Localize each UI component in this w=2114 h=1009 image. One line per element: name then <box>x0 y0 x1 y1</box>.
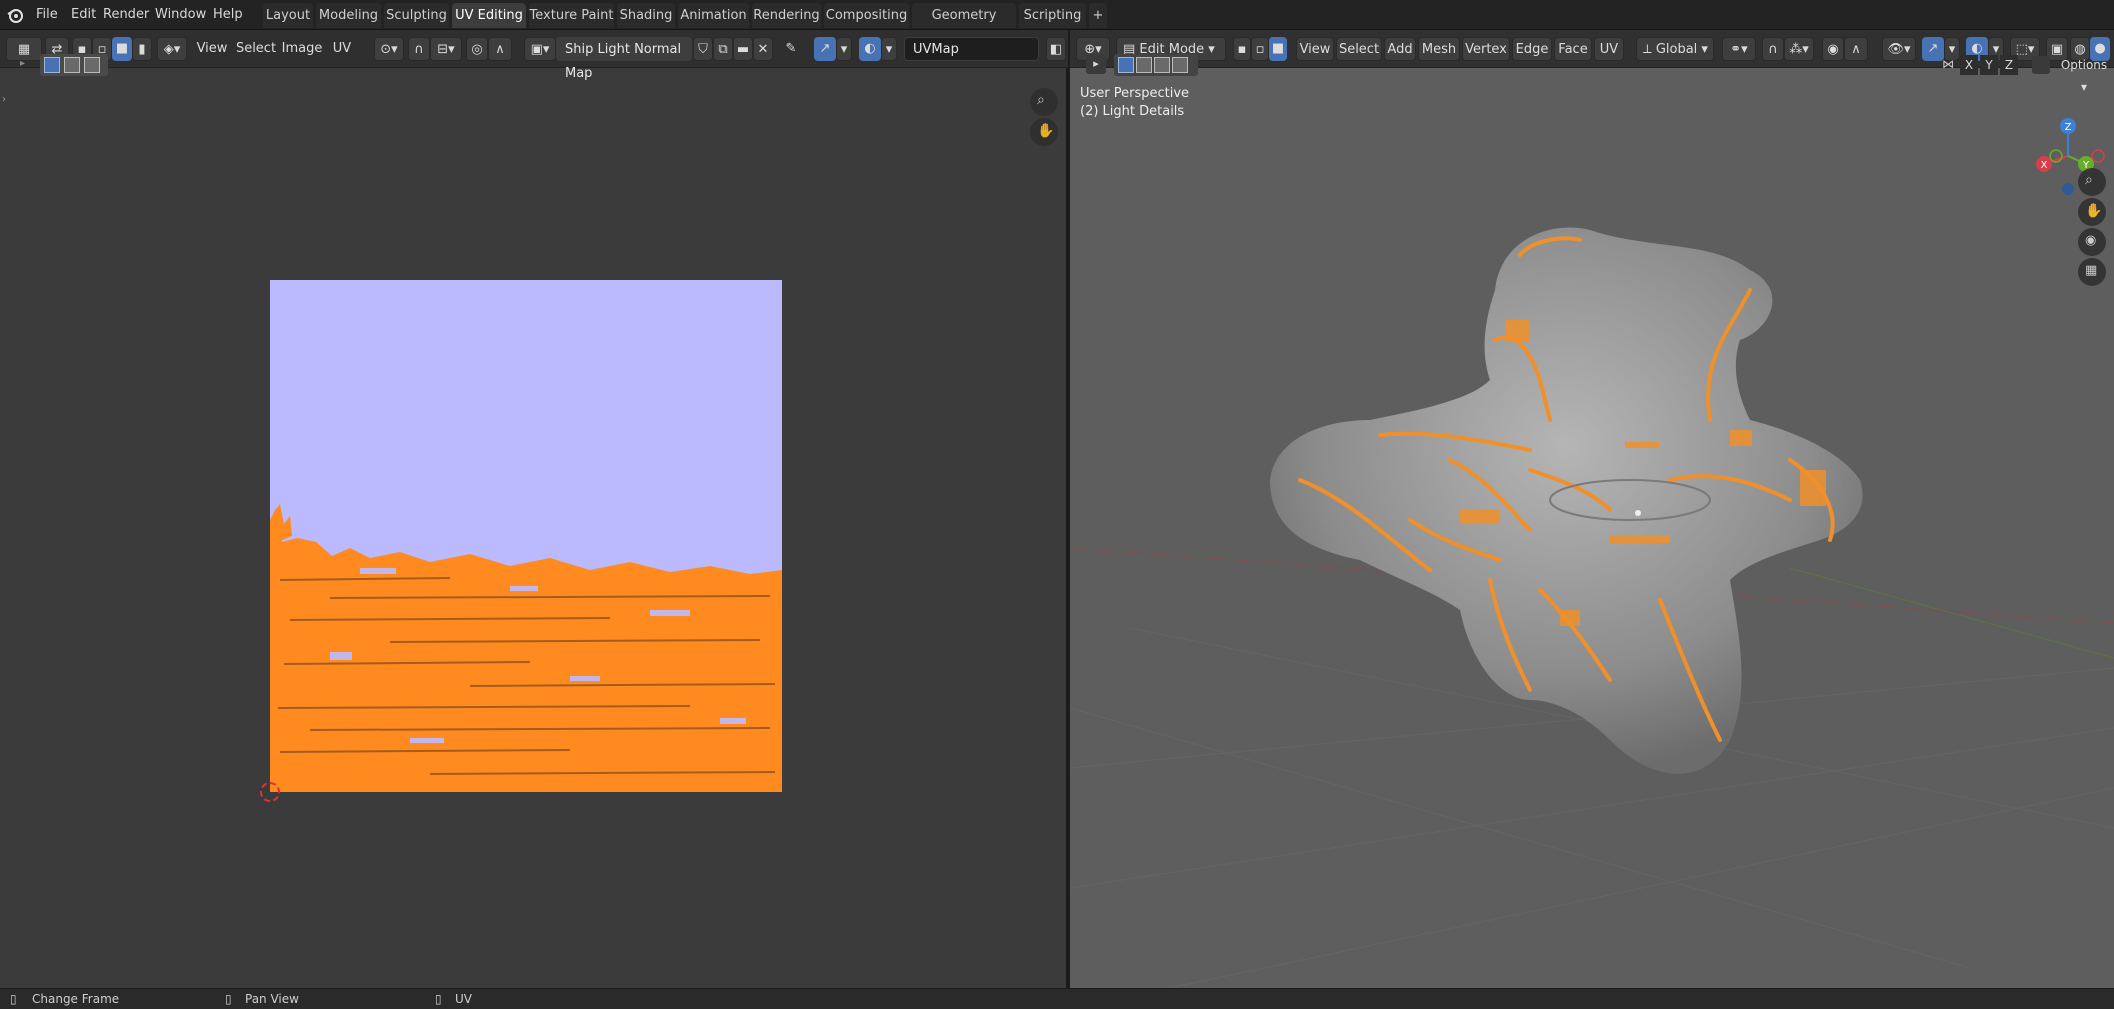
snap-dropdown[interactable]: ⊟▾ <box>430 37 462 61</box>
menu-window[interactable]: Window <box>149 4 212 26</box>
menu-select[interactable]: Select <box>1336 37 1382 61</box>
tab-shading[interactable]: Shading <box>617 3 675 28</box>
top-bar: File Edit Render Window Help Layout Mode… <box>0 0 2114 48</box>
orientation-icon: ⟂ <box>1643 42 1656 57</box>
select-extend-icon[interactable] <box>64 57 80 73</box>
select-new-icon[interactable] <box>44 57 60 73</box>
close-icon: ✕ <box>757 42 769 57</box>
gizmo-icon: ↗ <box>819 41 831 56</box>
duplicate-image-button[interactable]: ⧉ <box>713 37 733 61</box>
tab-scripting[interactable]: Scripting <box>1019 3 1086 28</box>
add-workspace-button[interactable]: + <box>1089 3 1107 28</box>
falloff-dropdown[interactable]: ∧ <box>488 37 512 61</box>
gizmo-toggle-3d[interactable]: ↗ <box>1922 37 1944 61</box>
hand-icon: ✋ <box>1037 123 1055 139</box>
tab-compositing[interactable]: Compositing <box>824 3 909 28</box>
menu-select[interactable]: Select <box>235 37 277 61</box>
menu-vertex[interactable]: Vertex <box>1462 37 1510 61</box>
pin-button[interactable]: ✎ <box>780 37 802 61</box>
3d-viewport[interactable]: ⊕▾ ▤ Edit Mode ▾ ▪ ▫ ■ View Select Add M… <box>1070 30 2114 988</box>
face-select-mode[interactable]: ■ <box>112 37 132 61</box>
proportional-falloff-3d[interactable]: ∧ <box>1844 37 1868 61</box>
status-uv: UV <box>455 992 472 1006</box>
menu-face[interactable]: Face <box>1554 37 1592 61</box>
uv-editor-header: ▦ ⇄ ▪ ▫ ■ ▮ ◈▾ View Select Image UV ⊙▾ ∩… <box>0 30 1068 81</box>
overlays-toggle[interactable]: ◐ <box>859 37 881 61</box>
mesh-object[interactable] <box>1230 180 1910 830</box>
pan-view-button[interactable]: ✋ <box>1030 118 1058 146</box>
status-pan-view: Pan View <box>245 992 299 1006</box>
shield-icon: ⛉ <box>698 42 708 57</box>
folder-icon: ▬ <box>736 42 750 57</box>
menu-uv[interactable]: UV <box>1594 37 1624 61</box>
transform-orientation-dropdown[interactable]: ⟂ Global ▾ <box>1636 37 1714 61</box>
tab-animation[interactable]: Animation <box>678 3 749 28</box>
tab-uv-editing[interactable]: UV Editing <box>452 3 526 28</box>
blender-logo-icon[interactable] <box>6 6 24 24</box>
tab-modeling[interactable]: Modeling <box>316 3 381 28</box>
image-icon: ▣▾ <box>530 42 550 57</box>
uv-2d-cursor[interactable] <box>260 782 280 802</box>
sticky-selection-dropdown[interactable]: ◈▾ <box>157 37 187 61</box>
uv-islands <box>270 504 782 792</box>
tab-rendering[interactable]: Rendering <box>752 3 821 28</box>
uv-editor-icon: ▦ <box>17 42 31 57</box>
selection-mode-bar <box>40 54 108 76</box>
copy-icon: ⧉ <box>718 42 728 57</box>
tab-geometry-nodes[interactable]: Geometry Nodes <box>912 3 1016 48</box>
zoom-icon: ⌕ <box>1037 92 1045 108</box>
menu-edge[interactable]: Edge <box>1512 37 1552 61</box>
uv-sync-gizmo-toggle[interactable]: ↗ <box>814 37 836 61</box>
orientation-label: Global <box>1655 42 1698 57</box>
eye-icon: 👁▾ <box>1887 42 1911 57</box>
menu-add[interactable]: Add <box>1384 37 1416 61</box>
mouse-right-icon: ▯ <box>435 992 442 1006</box>
image-name-field[interactable]: Ship Light Normal Map <box>556 37 692 81</box>
uv-editor[interactable]: ▦ ⇄ ▪ ▫ ■ ▮ ◈▾ View Select Image UV ⊙▾ ∩… <box>0 30 1068 988</box>
proportional-toggle-3d[interactable]: ◉ <box>1822 37 1844 61</box>
snap-target-dropdown[interactable]: ⁂▾ <box>1784 37 1814 61</box>
mouse-left-icon: ▯ <box>10 992 17 1006</box>
zoom-view-button[interactable]: ⌕ <box>1030 88 1058 116</box>
sidebar-toggle-arrow[interactable]: ▸ <box>20 58 32 72</box>
overlays-icon: ◐ <box>864 41 876 56</box>
menu-render[interactable]: Render <box>97 4 155 26</box>
fake-user-button[interactable]: ⛉ <box>693 37 713 61</box>
menu-view[interactable]: View <box>194 37 230 61</box>
pin-icon: ✎ <box>785 41 797 56</box>
display-channels-button[interactable]: ◧ <box>1046 37 1066 61</box>
open-image-button[interactable]: ▬ <box>733 37 753 61</box>
edge-select-button[interactable]: ▫ <box>1251 37 1269 61</box>
pivot-point-dropdown[interactable]: ⚭▾ <box>1722 37 1756 61</box>
menu-help[interactable]: Help <box>207 4 249 26</box>
island-select-mode[interactable]: ▮ <box>132 37 152 61</box>
unlink-image-button[interactable]: ✕ <box>753 37 773 61</box>
uv-image <box>270 280 782 792</box>
tab-sculpting[interactable]: Sculpting <box>384 3 449 28</box>
toolbar-collapse-arrow[interactable]: › <box>2 94 6 105</box>
menu-uv[interactable]: UV <box>328 37 356 61</box>
menu-view[interactable]: View <box>1296 37 1334 61</box>
pivot-dropdown[interactable]: ⊙▾ <box>374 37 404 61</box>
face-select-button[interactable]: ■ <box>1269 37 1287 61</box>
status-change-frame: Change Frame <box>32 992 120 1006</box>
proportional-edit-toggle[interactable]: ◎ <box>466 37 488 61</box>
vertex-select-button[interactable]: ▪ <box>1233 37 1251 61</box>
snap-toggle-3d[interactable]: ∩ <box>1762 37 1784 61</box>
visibility-dropdown[interactable]: 👁▾ <box>1882 37 1916 61</box>
tab-layout[interactable]: Layout <box>263 3 313 28</box>
image-browse-button[interactable]: ▣▾ <box>524 37 556 61</box>
tab-texture-paint[interactable]: Texture Paint <box>529 3 614 28</box>
menu-file[interactable]: File <box>30 4 64 26</box>
status-bar: ▯ Change Frame ▯ Pan View ▯ UV <box>0 988 2114 1009</box>
snap-toggle[interactable]: ∩ <box>408 37 430 61</box>
select-subtract-icon[interactable] <box>84 57 100 73</box>
menu-image[interactable]: Image <box>281 37 323 61</box>
uv-map-field[interactable]: UVMap <box>904 37 1039 61</box>
menu-mesh[interactable]: Mesh <box>1418 37 1460 61</box>
overlays-dropdown[interactable]: ▾ <box>881 37 897 61</box>
mouse-middle-icon: ▯ <box>225 992 232 1006</box>
gizmo-dropdown[interactable]: ▾ <box>836 37 852 61</box>
